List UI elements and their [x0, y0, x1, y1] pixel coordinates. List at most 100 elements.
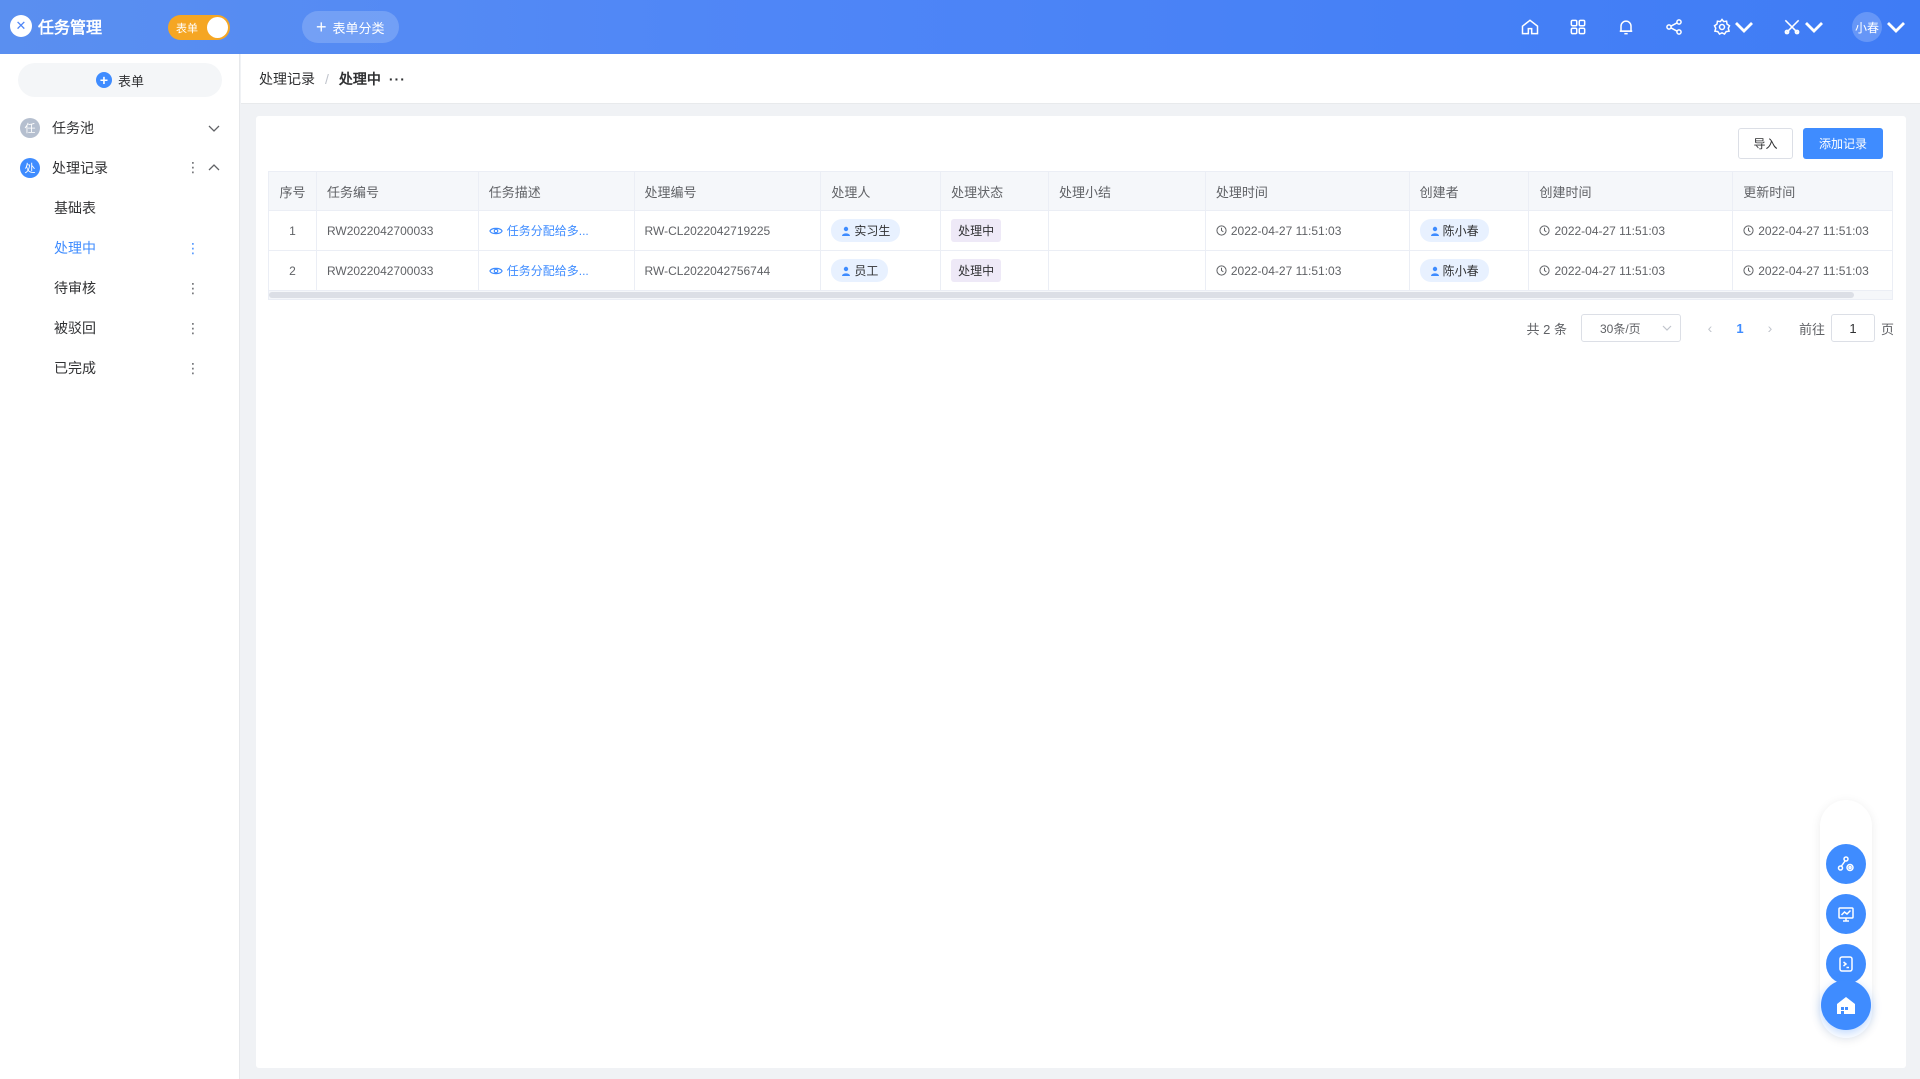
- column-header[interactable]: 任务编号: [317, 172, 479, 210]
- desc-link[interactable]: 任务分配给多...: [488, 262, 589, 279]
- breadcrumb-parent[interactable]: 处理记录: [259, 69, 315, 89]
- goto-page-input[interactable]: 1: [1830, 314, 1875, 342]
- dock-terminal-button[interactable]: [1826, 944, 1866, 984]
- sidebar-item-rejected[interactable]: 被驳回 ⋮: [0, 308, 240, 348]
- more-vertical-icon[interactable]: ⋮: [186, 361, 200, 375]
- desc-text: 任务分配给多...: [506, 224, 589, 238]
- add-record-button[interactable]: 添加记录: [1803, 128, 1883, 159]
- app-title: 任务管理: [38, 20, 103, 37]
- clock-icon: [1539, 265, 1551, 276]
- column-header[interactable]: 更新时间: [1733, 172, 1892, 210]
- share-icon[interactable]: [1664, 17, 1684, 37]
- user-icon: [1430, 226, 1439, 236]
- column-header[interactable]: 序号: [269, 172, 317, 210]
- apps-grid-icon[interactable]: [1568, 17, 1588, 37]
- cell-created: 2022-04-27 11:51:03: [1529, 211, 1734, 250]
- eye-icon: [488, 227, 503, 234]
- page-number-current[interactable]: 1: [1725, 321, 1755, 336]
- group-badge: 处: [20, 158, 40, 178]
- user-tag[interactable]: 陈小春: [1419, 259, 1489, 282]
- app-logo[interactable]: ✕ 任务管理: [10, 14, 102, 38]
- user-icon: [842, 226, 851, 236]
- form-category-button[interactable]: + 表单分类: [302, 11, 399, 43]
- add-form-button[interactable]: + 表单: [18, 63, 222, 97]
- breadcrumb-current: 处理中: [338, 70, 381, 87]
- time-text: 2022-04-27 11:51:03: [1758, 263, 1869, 278]
- sidebar-item-processing[interactable]: 处理中 ⋮: [0, 228, 240, 268]
- table-row[interactable]: 2 RW2022042700033 任务分配给多... RW-CL2022042…: [269, 251, 1892, 291]
- dock-dashboard-button[interactable]: [1826, 894, 1866, 934]
- import-button[interactable]: 导入: [1738, 128, 1793, 159]
- avatar: 小春: [1852, 12, 1882, 42]
- home-icon[interactable]: [1520, 17, 1540, 37]
- user-tag[interactable]: 员工: [831, 259, 889, 282]
- column-header[interactable]: 创建者: [1410, 172, 1530, 210]
- user-tag[interactable]: 实习生: [831, 219, 901, 242]
- user-tag-label: 陈小春: [1442, 264, 1479, 278]
- column-header[interactable]: 处理时间: [1206, 172, 1410, 210]
- sidebar-item-basic-table[interactable]: 基础表: [0, 188, 240, 228]
- cell-proc-time: 2022-04-27 11:51:03: [1206, 251, 1410, 290]
- desc-text: 任务分配给多...: [506, 264, 589, 278]
- records-table: 序号 任务编号 任务描述 处理编号 处理人 处理状态 处理小结 处理时间 创建者…: [268, 171, 1893, 300]
- more-horizontal-icon[interactable]: ···: [389, 71, 406, 87]
- chevron-up-icon[interactable]: [208, 162, 220, 174]
- time-text: 2022-04-27 11:51:03: [1758, 223, 1869, 238]
- cell-creator: 陈小春: [1410, 251, 1530, 290]
- column-header[interactable]: 任务描述: [479, 172, 635, 210]
- column-header[interactable]: 创建时间: [1529, 172, 1734, 210]
- plus-circle-icon: +: [95, 72, 112, 88]
- column-header[interactable]: 处理状态: [941, 172, 1050, 210]
- table-row[interactable]: 1 RW2022042700033 任务分配给多... RW-CL2022042…: [269, 211, 1892, 251]
- more-vertical-icon[interactable]: ⋮: [186, 321, 200, 335]
- chevron-down-icon[interactable]: [208, 122, 220, 134]
- column-header[interactable]: 处理编号: [635, 172, 822, 210]
- chevron-down-icon: [1805, 22, 1823, 33]
- column-header[interactable]: 处理小结: [1049, 172, 1206, 210]
- column-header[interactable]: 处理人: [821, 172, 942, 210]
- user-menu[interactable]: 小春: [1852, 12, 1906, 42]
- cell-index: 2: [269, 251, 317, 290]
- page-size-select[interactable]: 30条/页: [1580, 314, 1681, 342]
- sidebar-item-label: 处理中: [54, 240, 96, 256]
- goto-label: 前往: [1798, 321, 1825, 337]
- sidebar: + 表单 任 任务池 处 处理记录 ⋮ 基础表 处理中 ⋮ 待审核 ⋮ 被驳回 …: [0, 54, 240, 1079]
- sidebar-item-pending-review[interactable]: 待审核 ⋮: [0, 268, 240, 308]
- prev-page-icon[interactable]: ‹: [1695, 320, 1725, 336]
- page-size-value: 30条/页: [1599, 321, 1641, 336]
- time-text: 2022-04-27 11:51:03: [1230, 263, 1342, 278]
- scrollbar-thumb[interactable]: [269, 292, 1854, 298]
- more-vertical-icon[interactable]: ⋮: [186, 160, 200, 174]
- dock-flow-button[interactable]: [1826, 844, 1866, 884]
- more-vertical-icon[interactable]: ⋮: [186, 241, 200, 255]
- dock-home-button[interactable]: [1821, 980, 1871, 1030]
- user-icon: [1430, 266, 1439, 276]
- next-page-icon[interactable]: ›: [1755, 320, 1785, 336]
- sidebar-group-task-pool[interactable]: 任 任务池: [0, 108, 240, 148]
- horizontal-scrollbar[interactable]: [269, 291, 1892, 299]
- plus-icon: +: [316, 17, 327, 37]
- form-mode-toggle[interactable]: 表单: [168, 15, 230, 40]
- cell-created: 2022-04-27 11:51:03: [1529, 251, 1734, 290]
- cell-proc-no: RW-CL2022042756744: [635, 251, 822, 290]
- breadcrumb-separator: /: [325, 70, 329, 87]
- chevron-down-icon: [1662, 325, 1672, 331]
- user-tag[interactable]: 陈小春: [1419, 219, 1489, 242]
- tools-menu[interactable]: [1782, 17, 1824, 37]
- top-bar: ✕ 任务管理 表单 + 表单分类 小春: [0, 0, 1920, 54]
- settings-menu[interactable]: [1712, 17, 1754, 37]
- house-icon: [1837, 997, 1855, 1014]
- sidebar-group-records[interactable]: 处 处理记录 ⋮: [0, 148, 240, 188]
- clock-icon: [1743, 265, 1754, 276]
- desc-link[interactable]: 任务分配给多...: [488, 222, 589, 239]
- clock-icon: [1539, 225, 1551, 236]
- cell-task-no: RW2022042700033: [317, 251, 479, 290]
- more-vertical-icon[interactable]: ⋮: [186, 281, 200, 295]
- sidebar-item-completed[interactable]: 已完成 ⋮: [0, 348, 240, 388]
- main-panel: 导入 添加记录 序号 任务编号 任务描述 处理编号 处理人 处理状态 处理小结 …: [256, 116, 1906, 1068]
- chevron-down-icon: [1887, 22, 1905, 33]
- user-tag-label: 陈小春: [1442, 224, 1479, 238]
- bell-icon[interactable]: [1616, 17, 1636, 37]
- chevron-down-icon: [1735, 22, 1753, 33]
- pagination: 共 2 条 30条/页 ‹ 1 › 前往 1 页: [1527, 314, 1894, 342]
